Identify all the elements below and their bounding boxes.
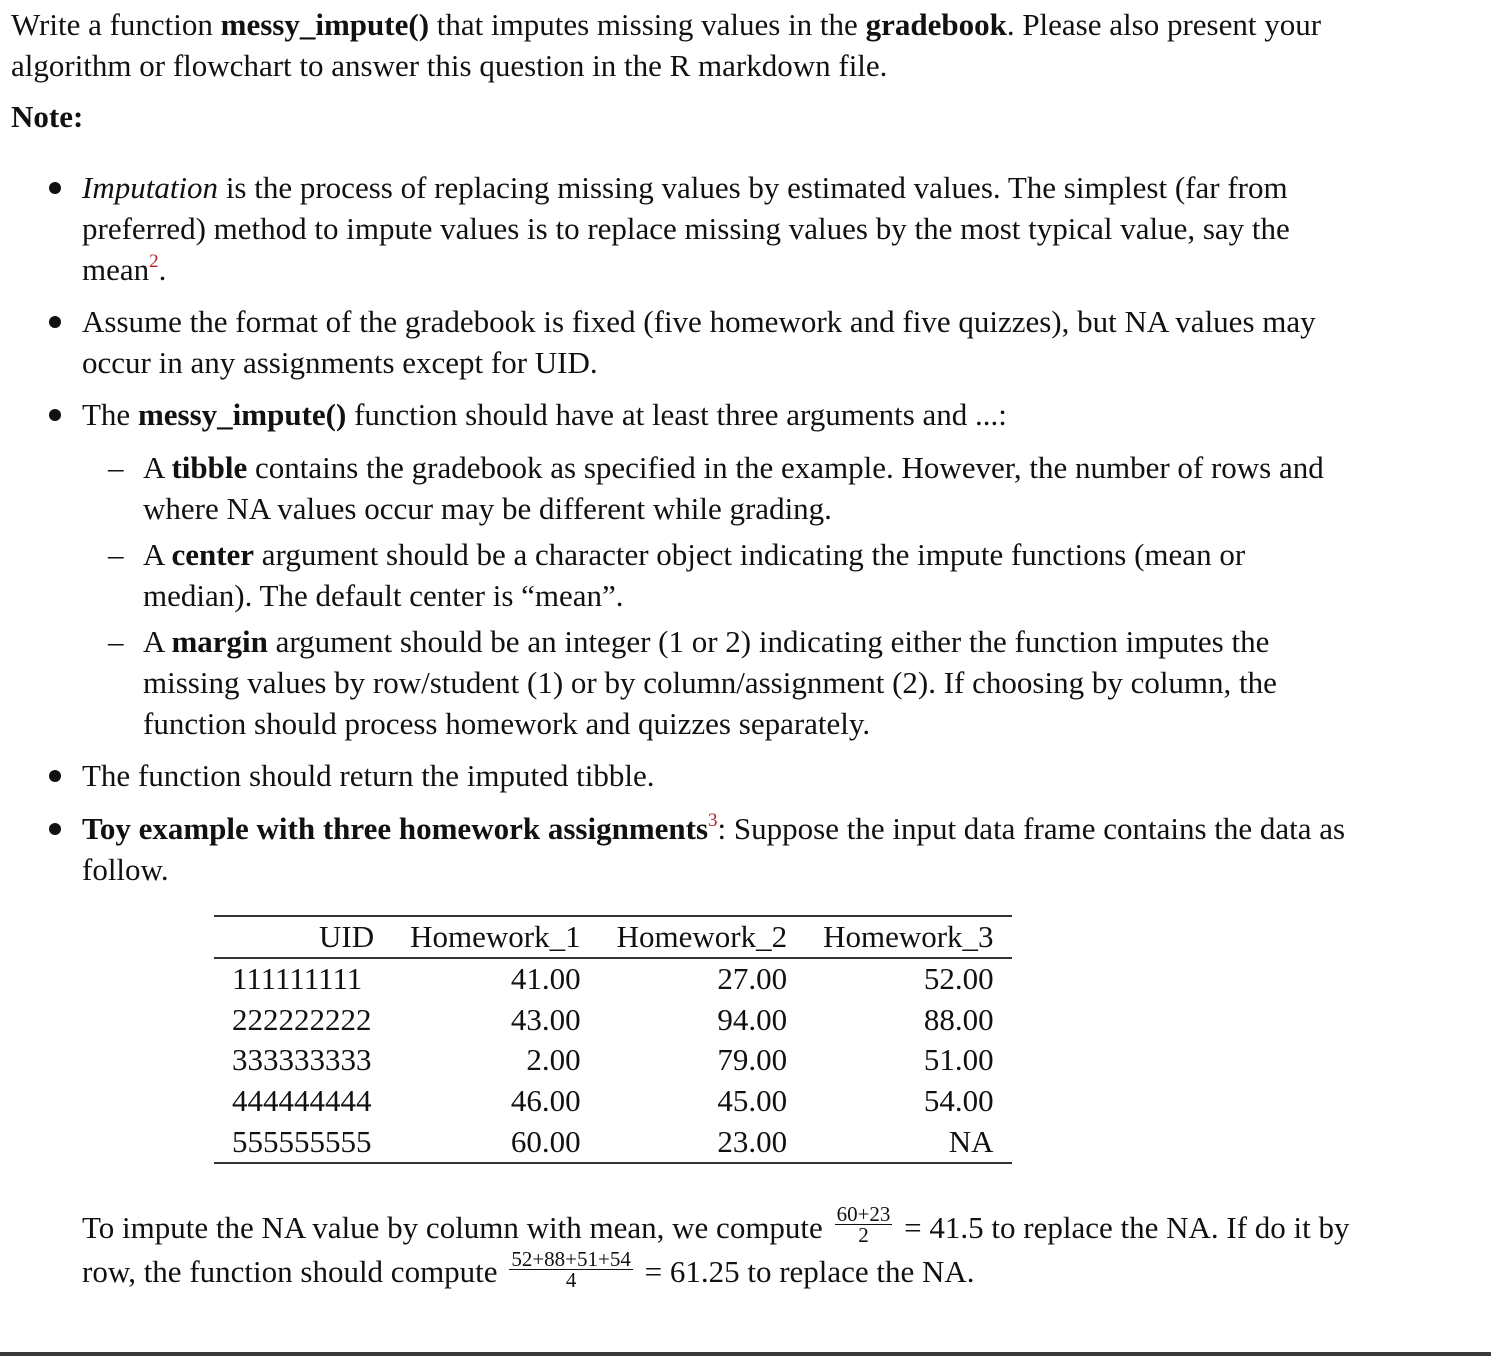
column-header-uid: UID — [214, 916, 393, 959]
fraction-row-mean: 52+88+51+54 4 — [509, 1246, 633, 1292]
worked-example: To impute the NA value by column with me… — [82, 1202, 1382, 1296]
example-text-3: = 61.25 to replace the NA. — [636, 1254, 975, 1290]
page-bottom-rule — [0, 1352, 1491, 1356]
example-text-1: To impute the NA value by column with me… — [82, 1210, 831, 1245]
toy-example-term: Toy example with three homework assignme… — [82, 811, 709, 846]
center-text-2: argument should be a character object in… — [143, 537, 1246, 613]
cell-uid: 222222222 — [232, 1001, 372, 1037]
bullet-icon — [49, 770, 61, 782]
cell-homework-3: NA — [948, 1123, 994, 1159]
cell-homework-3: 51.00 — [923, 1042, 994, 1078]
cell-homework-1: 60.00 — [510, 1123, 581, 1159]
center-term: center — [171, 537, 255, 572]
cell-homework-1: 46.00 — [510, 1083, 581, 1119]
imputation-text: is the process of replacing missing valu… — [82, 170, 1290, 287]
footnote-ref-2[interactable]: 2 — [149, 251, 159, 272]
bullet-arguments: The messy_impute() function should have … — [49, 394, 1352, 435]
sub-bullet-center: – A center argument should be a characte… — [108, 534, 1353, 616]
bullet-toy-example: Toy example with three homework assignme… — [49, 808, 1352, 890]
sub-bullet-tibble: – A tibble contains the gradebook as spe… — [108, 447, 1353, 529]
dash-icon: – — [108, 450, 124, 485]
sub-bullet-margin: – A margin argument should be an integer… — [108, 621, 1353, 744]
bullet-icon — [49, 182, 61, 194]
function-name: messy_impute() — [137, 397, 347, 432]
format-text: Assume the format of the gradebook is fi… — [82, 304, 1316, 380]
cell-homework-1: 41.00 — [510, 961, 581, 997]
cell-homework-1: 43.00 — [510, 1001, 581, 1037]
function-name: messy_impute() — [220, 7, 430, 42]
cell-homework-1: 2.00 — [526, 1042, 581, 1078]
arguments-text-2: function should have at least three argu… — [346, 397, 1007, 432]
cell-uid: 333333333 — [232, 1042, 372, 1078]
margin-text-1: A — [143, 624, 172, 659]
bullet-format: Assume the format of the gradebook is fi… — [49, 301, 1352, 383]
cell-homework-2: 23.00 — [717, 1123, 788, 1159]
cell-uid: 555555555 — [232, 1123, 372, 1159]
table-row: 555555555 60.00 23.00 NA — [214, 1121, 1012, 1163]
cell-homework-2: 45.00 — [717, 1083, 788, 1119]
fraction-column-mean: 60+23 2 — [834, 1202, 893, 1248]
toy-gradebook-table: UID Homework_1 Homework_2 Homework_3 111… — [214, 915, 1012, 1164]
bullet-icon — [49, 823, 61, 835]
question-intro: Write a function messy_impute() that imp… — [11, 4, 1351, 86]
arguments-text-1: The — [82, 397, 138, 432]
center-text-1: A — [143, 537, 172, 572]
footnote-ref-3[interactable]: 3 — [708, 810, 718, 831]
fraction-numerator: 60+23 — [834, 1202, 893, 1227]
table-header-row: UID Homework_1 Homework_2 Homework_3 — [214, 916, 1012, 959]
tibble-text-1: A — [143, 450, 172, 485]
table-row: 333333333 2.00 79.00 51.00 — [214, 1040, 1012, 1081]
margin-term: margin — [171, 624, 268, 659]
fraction-denominator: 4 — [565, 1267, 577, 1292]
cell-homework-2: 79.00 — [717, 1042, 788, 1078]
column-header-homework-2: Homework_2 — [598, 916, 806, 959]
table-row: 444444444 46.00 45.00 54.00 — [214, 1081, 1012, 1122]
column-header-homework-3: Homework_3 — [805, 916, 1012, 959]
bullet-icon — [49, 409, 61, 421]
intro-text-1: Write a function — [11, 7, 221, 42]
intro-text-2: that imputes missing values in the — [429, 7, 866, 42]
imputation-term: Imputation — [82, 170, 219, 205]
table-row: 222222222 43.00 94.00 88.00 — [214, 1000, 1012, 1041]
gradebook-term: gradebook — [865, 7, 1007, 42]
fraction-denominator: 2 — [858, 1223, 869, 1248]
cell-uid: 111111111 — [232, 961, 363, 997]
cell-homework-3: 54.00 — [923, 1083, 994, 1119]
cell-homework-2: 27.00 — [717, 961, 788, 997]
dash-icon: – — [108, 537, 124, 572]
return-text: The function should return the imputed t… — [82, 758, 655, 793]
cell-homework-3: 88.00 — [923, 1001, 994, 1037]
fraction-numerator: 52+88+51+54 — [509, 1246, 633, 1271]
bullet-icon — [49, 316, 61, 328]
bullet-return: The function should return the imputed t… — [49, 755, 1352, 796]
cell-uid: 444444444 — [232, 1083, 372, 1119]
document-page: Write a function messy_impute() that imp… — [0, 0, 1491, 1356]
tibble-text-2: contains the gradebook as specified in t… — [143, 450, 1324, 526]
bullet-imputation: Imputation is the process of replacing m… — [49, 167, 1352, 290]
column-header-homework-1: Homework_1 — [392, 916, 599, 959]
table-row: 111111111 41.00 27.00 52.00 — [214, 958, 1012, 1000]
margin-text-2: argument should be an integer (1 or 2) i… — [143, 624, 1277, 741]
cell-homework-3: 52.00 — [923, 961, 994, 997]
cell-homework-2: 94.00 — [717, 1001, 788, 1037]
dash-icon: – — [108, 624, 124, 659]
imputation-text-end: . — [158, 252, 167, 287]
note-heading: Note: — [11, 99, 84, 134]
tibble-term: tibble — [171, 450, 248, 485]
